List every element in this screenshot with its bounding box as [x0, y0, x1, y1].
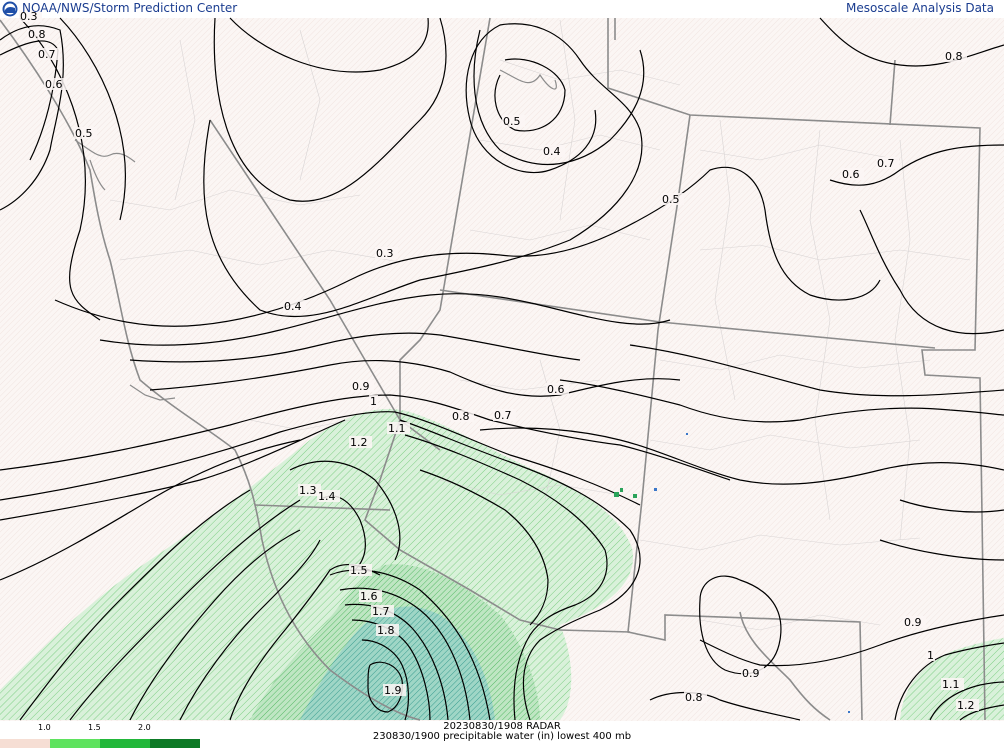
contour-label: 0.3 [376, 247, 394, 260]
contour-label: 0.9 [352, 380, 370, 393]
contour-label: 0.4 [284, 300, 302, 313]
contour-label: 1.2 [957, 699, 975, 712]
contour-label: 1 [927, 649, 934, 662]
contour-label: 1.3 [299, 484, 317, 497]
contour-label: 0.5 [662, 193, 680, 206]
noaa-logo-icon [2, 1, 18, 17]
contour-label: 1.8 [377, 624, 395, 637]
contour-label: 0.8 [28, 28, 46, 41]
contour-label: 0.7 [877, 157, 895, 170]
contour-label: 0.4 [543, 145, 561, 158]
contour-label: 0.9 [904, 616, 922, 629]
precipitable-water-map: 0.80.70.60.50.30.50.40.80.70.60.50.30.40… [0, 10, 1004, 721]
contour-label: 0.6 [45, 78, 63, 91]
contour-label: 1.9 [384, 684, 402, 697]
contour-label: 0.6 [842, 168, 860, 181]
header-left-title: NOAA/NWS/Storm Prediction Center [22, 1, 238, 15]
product-description: 230830/1900 precipitable water (in) lowe… [372, 731, 632, 742]
contour-label: 1.2 [350, 436, 368, 449]
header-right-title: Mesoscale Analysis Data [846, 1, 994, 15]
contour-label: 0.5 [75, 127, 93, 140]
contour-label: 1.7 [372, 605, 390, 618]
contour-label: 0.7 [38, 48, 56, 61]
contour-label: 0.8 [945, 50, 963, 63]
contour-label: 1.6 [360, 590, 378, 603]
contour-label: 0.5 [503, 115, 521, 128]
contour-label: 0.8 [685, 691, 703, 704]
contour-label: 1.1 [388, 422, 406, 435]
contour-label: 1.1 [942, 678, 960, 691]
contour-label: 1.4 [318, 490, 336, 503]
contour-label: 1 [370, 395, 377, 408]
contour-label: 0.9 [742, 667, 760, 680]
contour-label: 1.5 [350, 564, 368, 577]
contour-label: 0.7 [494, 409, 512, 422]
contour-label: 0.8 [452, 410, 470, 423]
contour-label: 0.6 [547, 383, 565, 396]
header-bar: NOAA/NWS/Storm Prediction Center Mesosca… [0, 0, 1004, 18]
